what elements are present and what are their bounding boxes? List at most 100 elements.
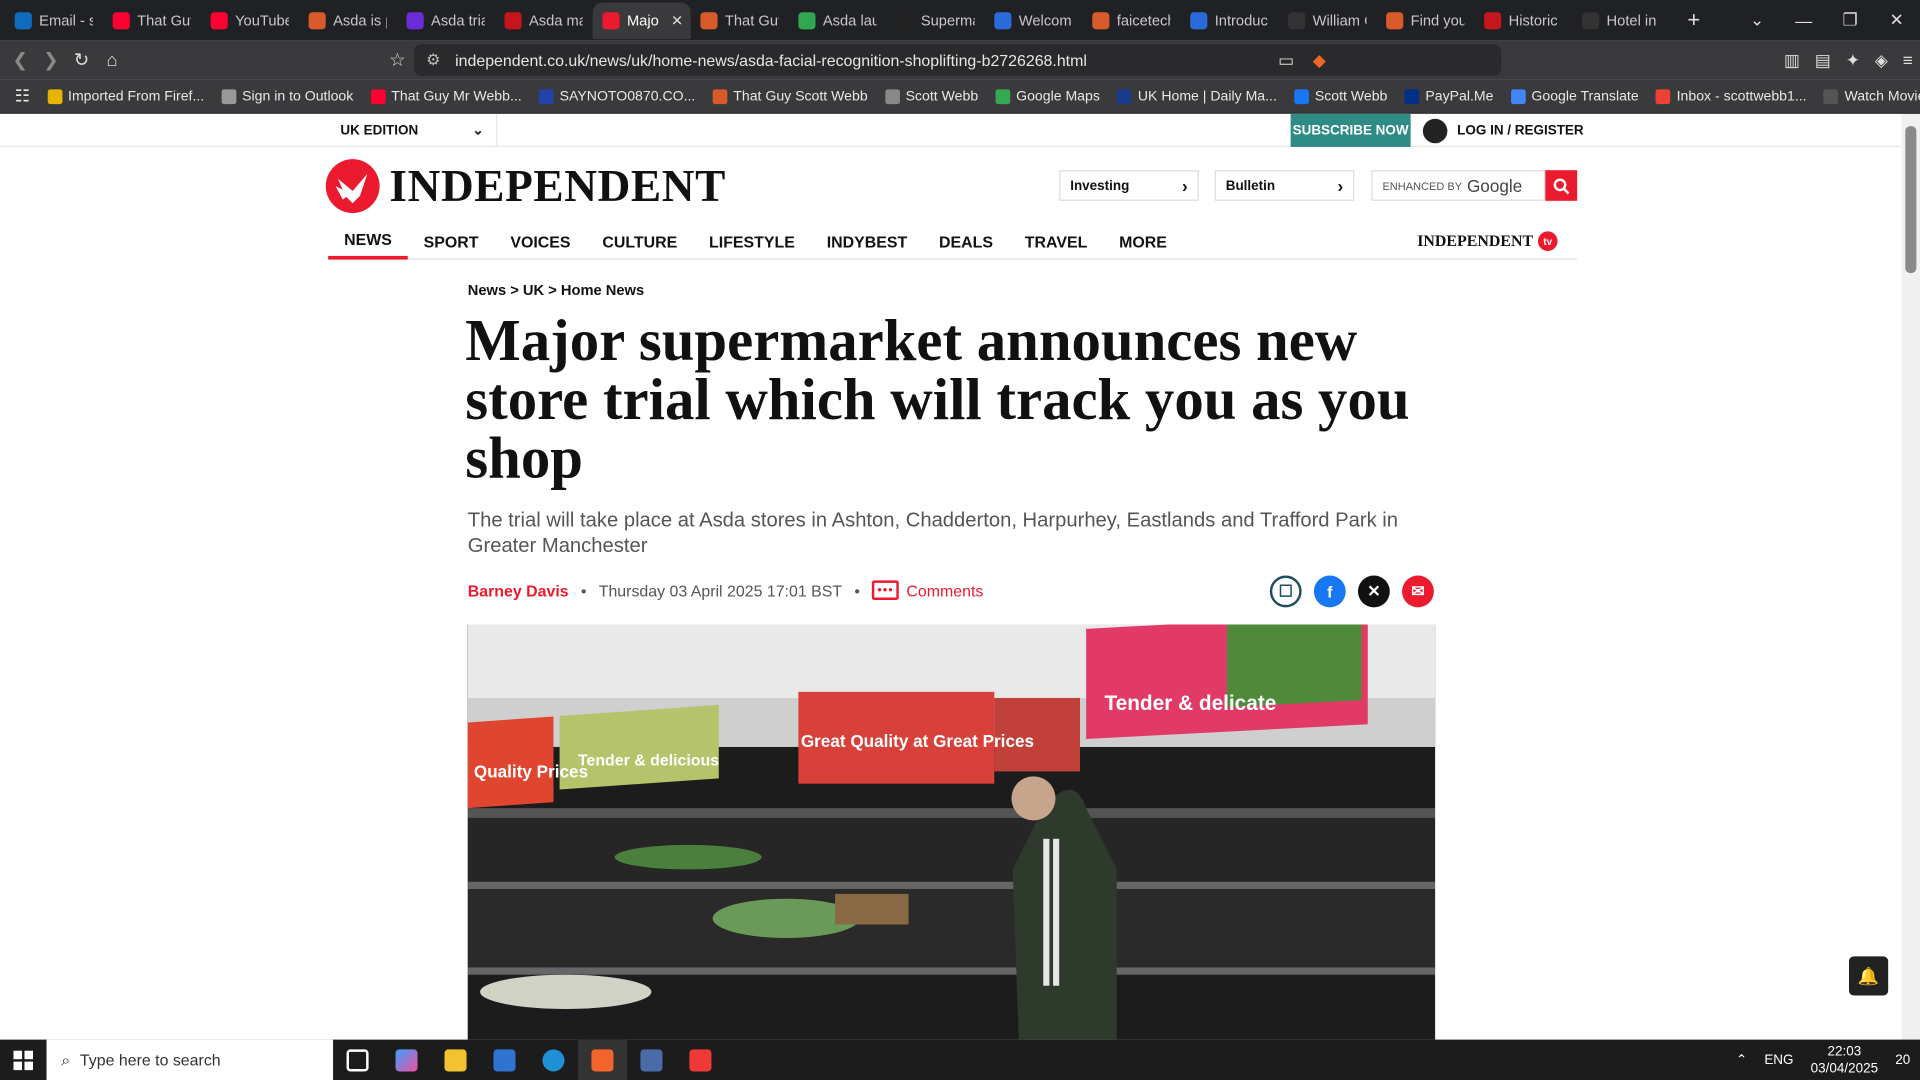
home-button[interactable]: ⌂ [97, 50, 128, 71]
bookmark-item[interactable]: Google Translate [1510, 88, 1639, 104]
bookmark-icon[interactable]: ☆ [382, 49, 413, 71]
brave-shield-icon[interactable]: ◆ [1313, 50, 1326, 71]
bookmark-item[interactable]: Scott Webb [1294, 88, 1387, 104]
site-settings-icon[interactable]: ⚙ [426, 50, 440, 70]
x-share-icon[interactable]: ✕ [1357, 575, 1390, 608]
bookmark-item[interactable]: PayPal.Me [1404, 88, 1494, 104]
browser-tab[interactable]: Historic [1474, 2, 1572, 39]
bookmark-item[interactable]: Google Maps [995, 88, 1100, 104]
copilot-icon[interactable] [382, 1040, 431, 1080]
bookmark-item[interactable]: That Guy Mr Webb... [370, 88, 522, 104]
tab-search-icon[interactable]: ⌄ [1734, 10, 1781, 31]
sidebar-icon[interactable]: ▥ [1784, 50, 1800, 71]
cast-icon[interactable]: ▭ [1278, 50, 1294, 71]
nav-item-travel[interactable]: TRAVEL [1009, 223, 1103, 259]
comments-link[interactable]: ••• Comments [872, 580, 983, 601]
taskbar-search-input[interactable]: ⌕ Type here to search [46, 1039, 334, 1080]
browser-tab[interactable]: Hotel in [1572, 2, 1670, 39]
close-window-icon[interactable]: ✕ [1873, 10, 1920, 31]
browser-tab[interactable]: faicetech [1082, 2, 1180, 39]
bookmark-item[interactable]: Imported From Firef... [47, 88, 204, 104]
url-field[interactable]: ⚙ independent.co.uk/news/uk/home-news/as… [413, 44, 1502, 76]
browser-tab[interactable]: That Guy [691, 2, 789, 39]
browser-tab[interactable]: Welcom [984, 2, 1082, 39]
nav-item-sport[interactable]: SPORT [408, 223, 495, 259]
new-tab-button[interactable]: + [1687, 7, 1700, 33]
scrollbar-thumb[interactable] [1905, 126, 1917, 274]
vivaldi-icon[interactable] [676, 1040, 725, 1080]
search-button[interactable] [1545, 170, 1578, 201]
notification-bell-icon[interactable]: 🔔 [1848, 956, 1889, 996]
login-button[interactable]: LOG IN / REGISTER [1422, 114, 1584, 147]
nav-item-lifestyle[interactable]: LIFESTYLE [693, 223, 811, 259]
tab-title: Asda trial [431, 11, 485, 29]
bookmark-item[interactable]: Watch Movies and T... [1823, 88, 1920, 104]
maximize-icon[interactable]: ❐ [1827, 10, 1874, 31]
browser-tab[interactable]: Find you [1376, 2, 1474, 39]
task-view-icon[interactable] [333, 1040, 382, 1080]
bulletin-selector[interactable]: Bulletin › [1214, 170, 1355, 201]
browser-tab[interactable]: Asda is p [299, 2, 397, 39]
reload-button[interactable]: ↻ [66, 49, 97, 71]
logo-wordmark: INDEPENDENT [389, 161, 726, 212]
tray-chevron-icon[interactable]: ⌃ [1736, 1052, 1747, 1068]
email-share-icon[interactable]: ✉ [1402, 575, 1434, 608]
bookmark-item[interactable]: UK Home | Daily Ma... [1117, 88, 1277, 104]
breadcrumb[interactable]: News > UK > Home News [468, 282, 644, 299]
bookmark-item[interactable]: SAYNOTO0870.CO... [538, 88, 695, 104]
forward-button[interactable]: ❯ [36, 49, 67, 71]
media-player-icon[interactable] [627, 1040, 676, 1080]
apps-icon[interactable]: ☷ [15, 86, 30, 107]
wallet-icon[interactable]: ▤ [1815, 50, 1831, 71]
file-explorer-icon[interactable] [431, 1040, 480, 1080]
bookmark-item[interactable]: That Guy Scott Webb [712, 88, 868, 104]
browser-tab[interactable]: Superma [887, 2, 985, 39]
brave-icon[interactable] [577, 1039, 627, 1080]
bookmark-favicon-icon [1510, 88, 1526, 104]
tab-title: That Guy [137, 11, 191, 29]
nav-item-deals[interactable]: DEALS [923, 223, 1009, 259]
bookmark-item[interactable]: Scott Webb [884, 88, 978, 104]
masthead-logo[interactable]: INDEPENDENT [325, 158, 726, 214]
browser-tab[interactable]: William C [1278, 2, 1376, 39]
page-scrollbar[interactable] [1901, 113, 1920, 1040]
nav-item-culture[interactable]: CULTURE [586, 223, 693, 259]
bookmark-label: PayPal.Me [1425, 88, 1494, 104]
browser-tab[interactable]: Majo ✕ [592, 1, 691, 39]
browser-tab[interactable]: Email - sc [5, 2, 103, 39]
tab-favicon-icon [700, 11, 718, 29]
facebook-share-icon[interactable]: f [1313, 575, 1346, 608]
minimize-icon[interactable]: — [1780, 10, 1827, 30]
bookmark-item[interactable]: Inbox - scottwebb1... [1655, 88, 1807, 104]
investing-selector[interactable]: Investing › [1059, 170, 1199, 201]
browser-tab[interactable]: Introduc [1180, 2, 1278, 39]
independent-tv-link[interactable]: INDEPENDENT tv [1417, 231, 1558, 252]
nav-item-news[interactable]: NEWS [328, 223, 408, 259]
edge-icon[interactable] [529, 1040, 578, 1080]
subscribe-button[interactable]: SUBSCRIBE NOW [1290, 113, 1411, 147]
bookmark-item[interactable]: Sign in to Outlook [221, 88, 353, 104]
browser-tab[interactable]: That Guy [103, 2, 201, 39]
browser-tab[interactable]: Asda trial [397, 2, 495, 39]
language-indicator[interactable]: ENG [1764, 1052, 1793, 1067]
close-tab-icon[interactable]: ✕ [671, 12, 683, 29]
browser-tab[interactable]: YouTube [201, 2, 299, 39]
taskbar-clock[interactable]: 22:03 03/04/2025 [1811, 1043, 1878, 1077]
menu-icon[interactable]: ≡ [1903, 50, 1913, 70]
nav-item-more[interactable]: MORE [1103, 223, 1183, 259]
bookmark-article-icon[interactable]: ☐ [1269, 575, 1302, 608]
notification-count[interactable]: 20 [1895, 1052, 1910, 1067]
windows-start-icon[interactable] [0, 1040, 47, 1080]
browser-tab[interactable]: Asda lau [789, 2, 887, 39]
browser-tab[interactable]: Asda ma [495, 2, 593, 39]
tab-title: Find you [1410, 11, 1465, 29]
author-link[interactable]: Barney Davis [468, 581, 569, 599]
back-button[interactable]: ❮ [5, 49, 36, 71]
store-icon[interactable] [480, 1040, 529, 1080]
site-search-input[interactable]: ENHANCED BY Google [1371, 170, 1546, 201]
vpn-icon[interactable]: ◈ [1875, 50, 1888, 71]
nav-item-indybest[interactable]: INDYBEST [811, 223, 923, 259]
nav-item-voices[interactable]: VOICES [494, 223, 586, 259]
leo-icon[interactable]: ✦ [1846, 50, 1860, 71]
edition-selector[interactable]: UK EDITION ⌄ [328, 113, 498, 147]
